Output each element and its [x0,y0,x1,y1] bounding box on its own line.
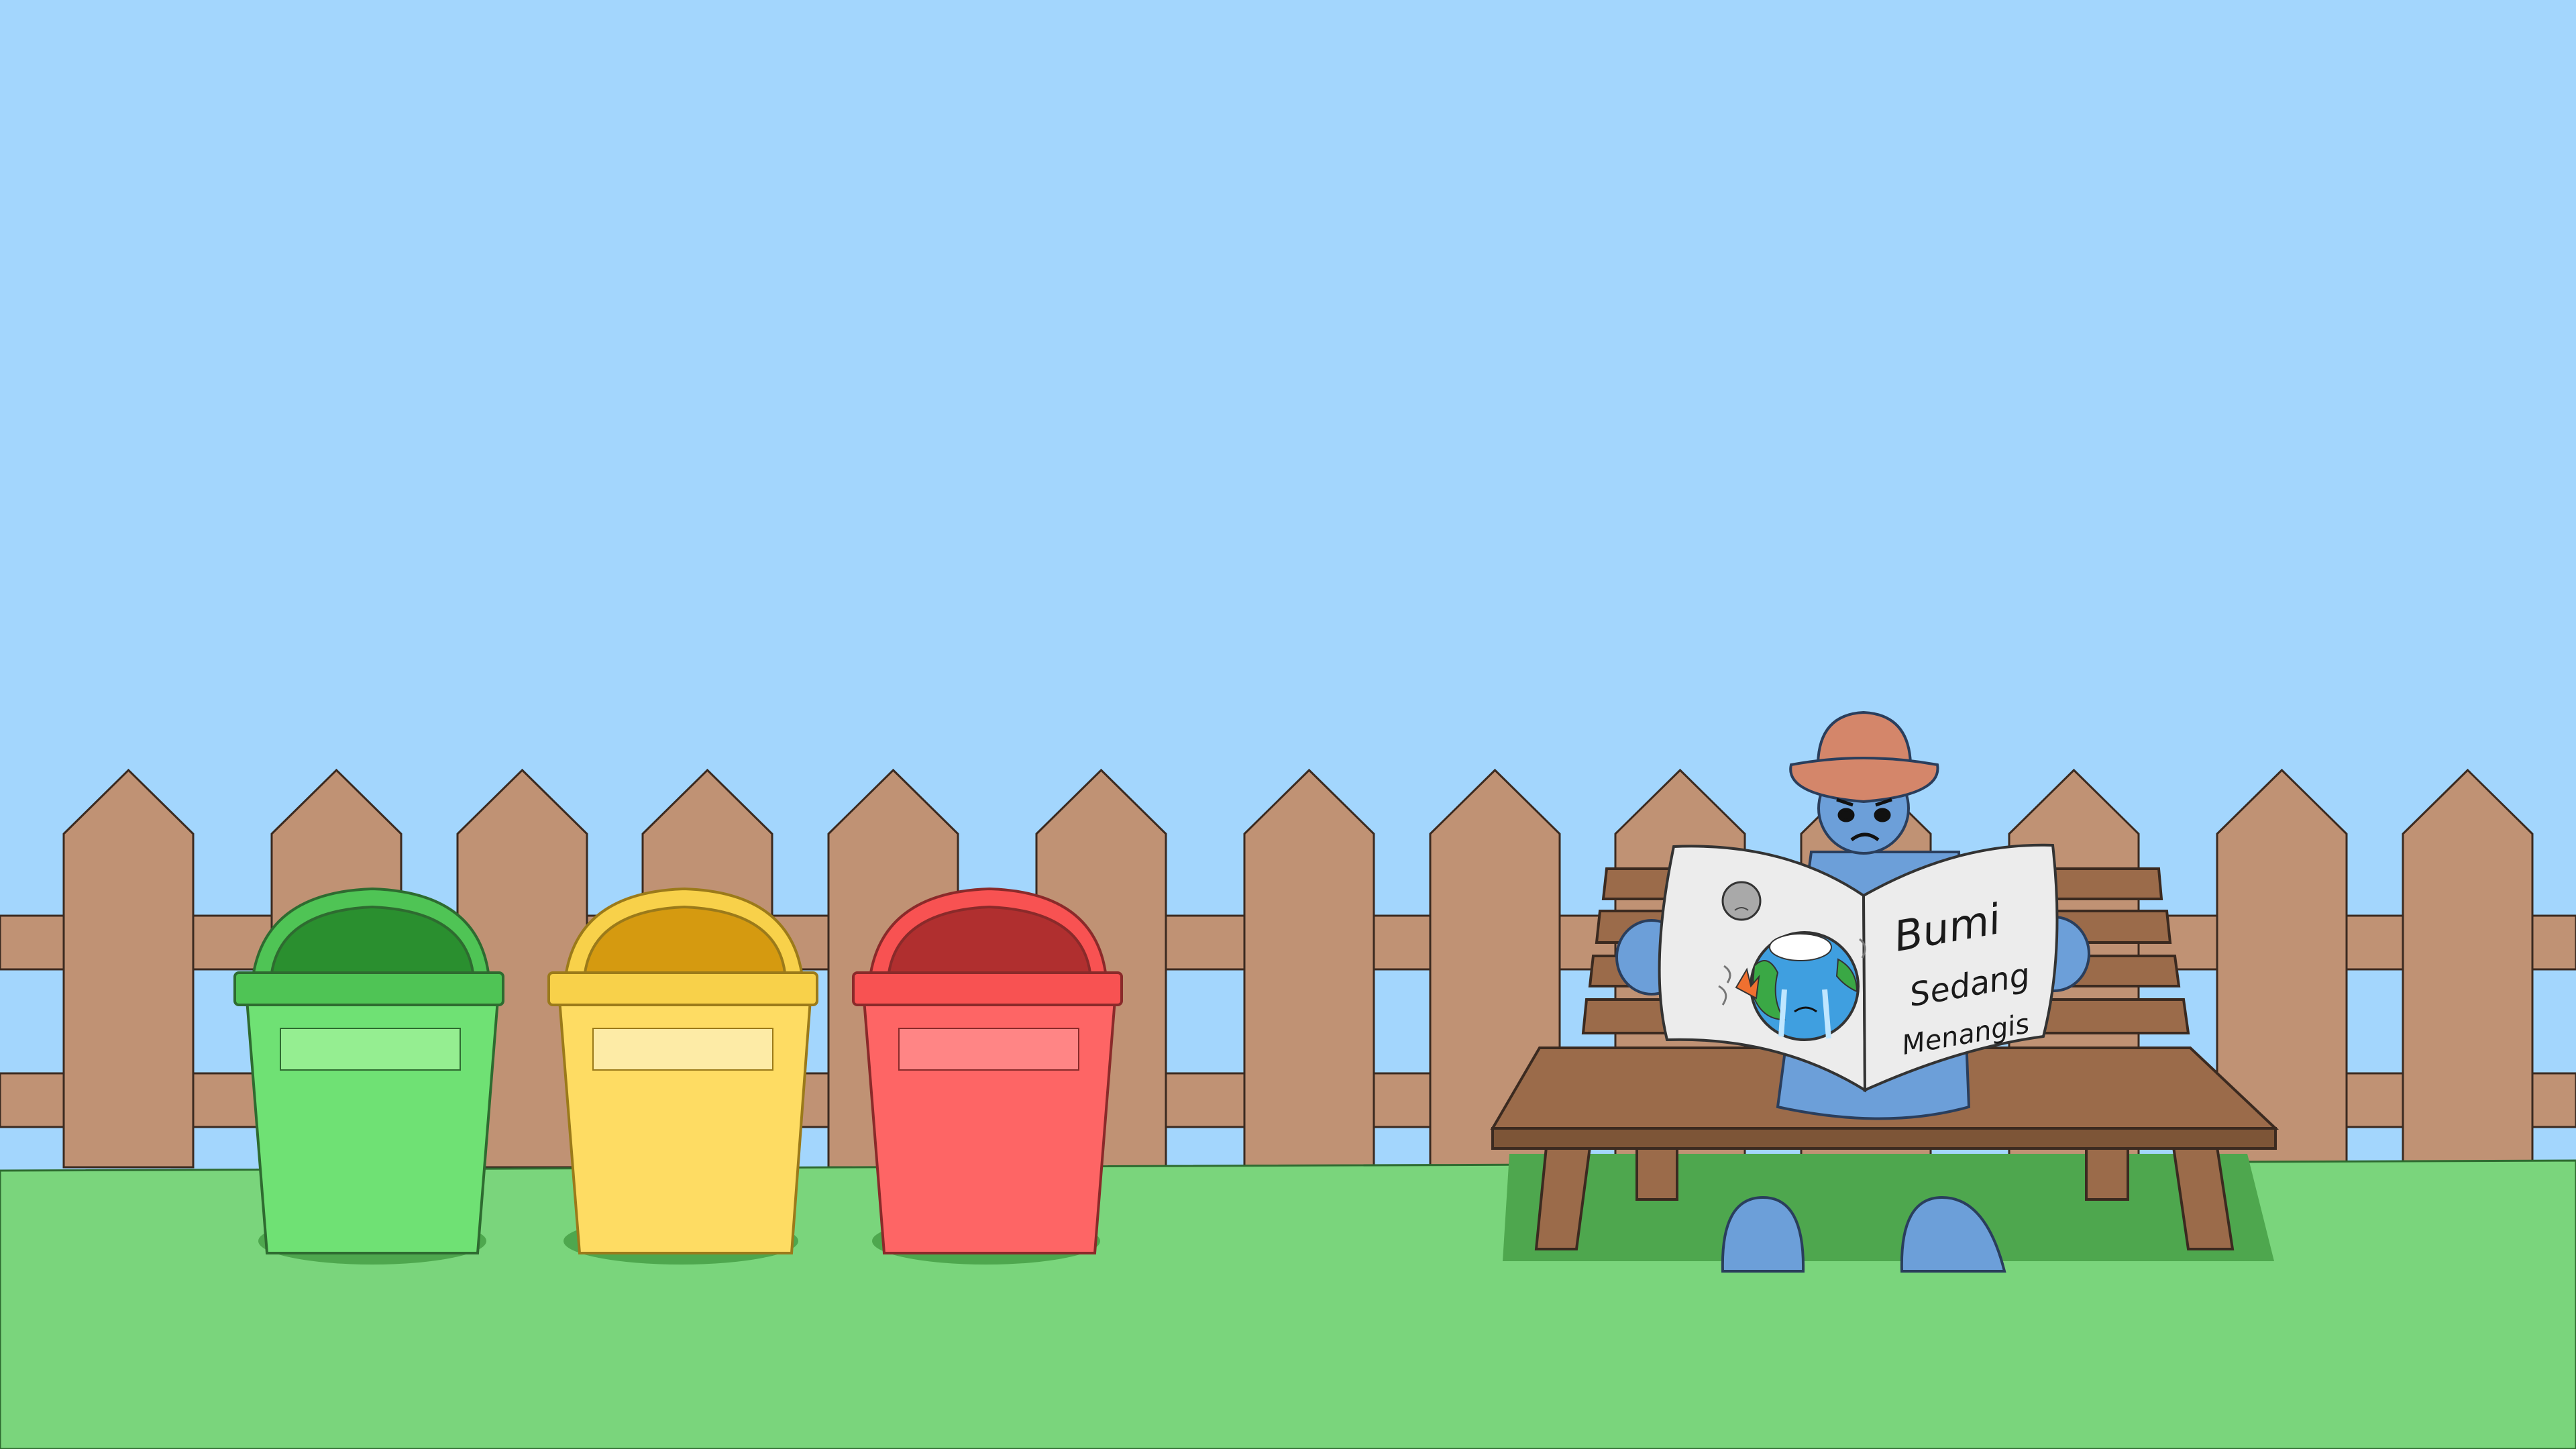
fence-picket [1243,768,1375,1169]
green-bin-label-plate [280,1028,461,1071]
earth-cloud [1769,933,1832,961]
eye-right [1874,808,1891,822]
yellow-bin-rim [547,971,818,1006]
bench-shadow [1503,1154,2274,1261]
yellow-bin-label-plate [592,1028,773,1071]
bench-seat-front [1491,1127,2277,1150]
gray-sad-earth-icon [1721,881,1762,921]
red-bin-rim [852,971,1123,1006]
fence-picket [62,768,195,1169]
yellow-bin [547,887,818,1254]
earth-tear-left [1778,989,1787,1037]
green-bin [233,887,504,1254]
red-bin [852,887,1123,1254]
red-bin-label-plate [898,1028,1079,1071]
eye-left [1837,808,1855,822]
fence-picket [2402,768,2534,1169]
green-bin-rim [233,971,504,1006]
park-scene: Bumi Sedang Menangis [0,0,2576,1449]
